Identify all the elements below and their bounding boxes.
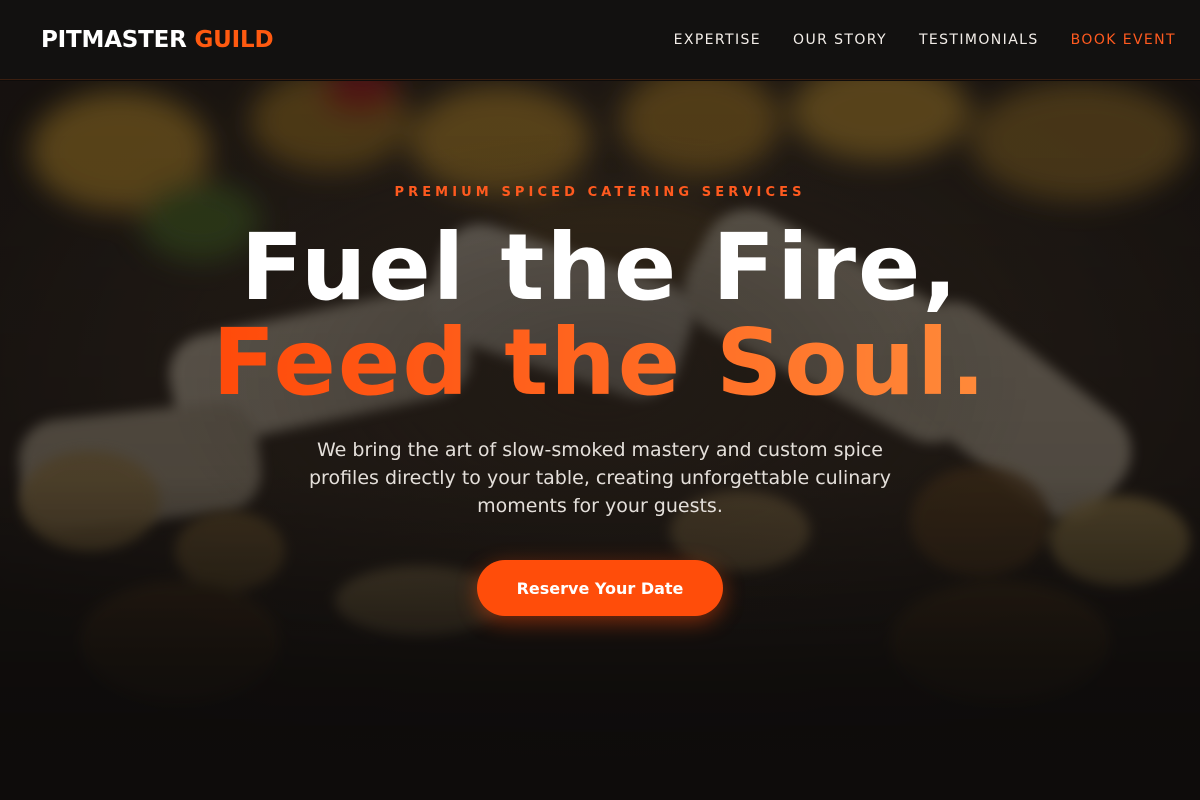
hero-headline-line-2: Feed the Soul. <box>0 313 1200 413</box>
hero-eyebrow: PREMIUM SPICED CATERING SERVICES <box>394 185 806 200</box>
brand-word-2: GUILD <box>194 27 274 53</box>
brand-logo[interactable]: PITMASTER GUILD <box>41 26 274 54</box>
nav-link-book-event[interactable]: BOOK EVENT <box>1071 31 1176 49</box>
brand-word-1: PITMASTER <box>41 27 187 53</box>
hero-headline-line-2-text: Feed the Soul. <box>212 309 988 416</box>
nav-link-our-story[interactable]: OUR STORY <box>793 31 887 49</box>
hero-headline-line-1: Fuel the Fire, <box>240 214 960 321</box>
nav-link-expertise[interactable]: EXPERTISE <box>674 31 761 49</box>
reserve-date-button[interactable]: Reserve Your Date <box>477 560 723 616</box>
site-header: PITMASTER GUILD EXPERTISE OUR STORY TEST… <box>0 0 1200 80</box>
main-nav: EXPERTISE OUR STORY TESTIMONIALS BOOK EV… <box>674 31 1176 49</box>
nav-link-testimonials[interactable]: TESTIMONIALS <box>919 31 1039 49</box>
hero-description: We bring the art of slow-smoked mastery … <box>309 439 891 517</box>
